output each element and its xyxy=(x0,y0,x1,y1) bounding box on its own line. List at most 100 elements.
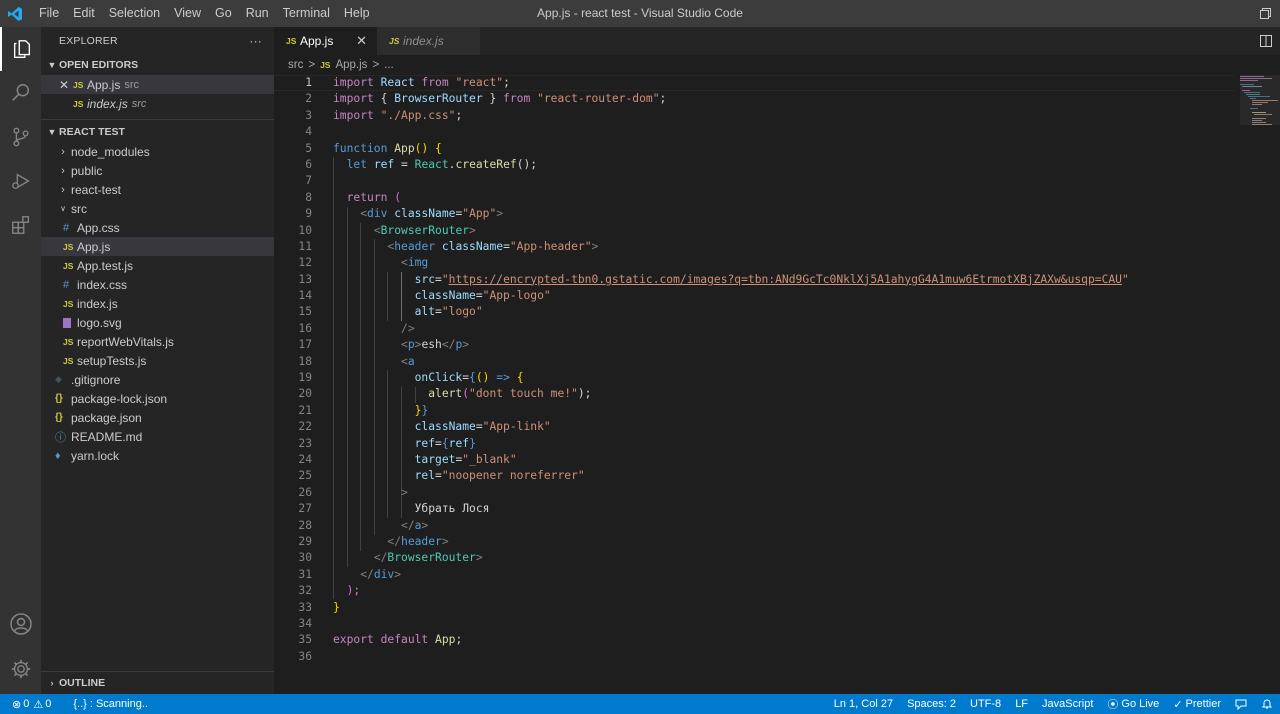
file-item[interactable]: # App.css xyxy=(41,218,274,237)
more-actions-button[interactable]: ··· xyxy=(249,34,262,48)
encoding[interactable]: UTF-8 xyxy=(963,698,1008,710)
cursor-position[interactable]: Ln 1, Col 27 xyxy=(827,698,900,710)
code-line: ref={ref} xyxy=(414,436,476,450)
line-number: 32 xyxy=(298,584,312,598)
code-line: }} xyxy=(414,403,429,417)
code-line: Убрать Лося xyxy=(414,502,490,516)
search-icon[interactable] xyxy=(0,71,41,115)
settings-gear-icon[interactable] xyxy=(0,647,41,691)
close-icon[interactable]: ✕ xyxy=(356,33,367,49)
menu-selection[interactable]: Selection xyxy=(102,0,167,27)
code-area[interactable]: import React from "react"; import { Brow… xyxy=(274,75,1234,665)
menu-file[interactable]: File xyxy=(32,0,66,27)
menu-help[interactable]: Help xyxy=(337,0,377,27)
prettier-button[interactable]: ✓ Prettier xyxy=(1166,698,1228,711)
js-file-icon: JS xyxy=(63,355,74,366)
run-debug-icon[interactable] xyxy=(0,159,41,203)
json-file-icon: {} xyxy=(55,412,63,423)
open-editor-item[interactable]: ✕ JS App.js src xyxy=(41,75,274,94)
tab-app-js[interactable]: JS App.js ✕ xyxy=(274,27,377,55)
code-line: alert("dont touch me!"); xyxy=(428,387,592,401)
close-icon[interactable]: ✕ xyxy=(59,78,73,92)
explorer-sidebar: EXPLORER ··· ▼ OPEN EDITORS ✕ JS App.js … xyxy=(41,27,274,694)
folder-item[interactable]: › node_modules xyxy=(41,142,274,161)
json-file-icon: {} xyxy=(55,393,63,404)
open-editor-item[interactable]: JS index.js src xyxy=(41,94,274,113)
source-control-icon[interactable] xyxy=(0,115,41,159)
problems-indicator[interactable]: ⊗ 0 ⚠ 0 xyxy=(0,698,58,711)
extensions-icon[interactable] xyxy=(0,203,41,247)
menu-run[interactable]: Run xyxy=(239,0,276,27)
go-live-button[interactable]: ⦿ Go Live xyxy=(1100,696,1166,712)
indentation[interactable]: Spaces: 2 xyxy=(900,698,963,710)
outline-header[interactable]: › OUTLINE xyxy=(41,672,274,694)
line-number: 2 xyxy=(305,92,312,106)
chevron-right-icon: › xyxy=(61,145,65,158)
code-line: onClick={() => { xyxy=(414,371,524,385)
breadcrumb-separator: > xyxy=(372,59,380,71)
menu-terminal[interactable]: Terminal xyxy=(276,0,337,27)
code-line: <a xyxy=(401,354,415,368)
restore-down-icon[interactable] xyxy=(1250,0,1280,27)
file-item[interactable]: JS reportWebVitals.js xyxy=(41,332,274,351)
file-item[interactable]: JS setupTests.js xyxy=(41,351,274,370)
file-item[interactable]: ⓘ README.md xyxy=(41,427,274,446)
code-line: <img xyxy=(401,256,429,270)
breadcrumb-file[interactable]: App.js xyxy=(335,59,367,71)
chevron-right-icon: › xyxy=(61,183,65,196)
split-editor-icon[interactable] xyxy=(1260,27,1280,55)
line-number: 12 xyxy=(298,256,312,270)
line-number: 7 xyxy=(305,174,312,188)
minimap[interactable] xyxy=(1234,75,1280,694)
menu-bar: File Edit Selection View Go Run Terminal… xyxy=(32,0,377,27)
url-link[interactable]: https://encrypted-tbn0.gstatic.com/image… xyxy=(449,273,1122,286)
project-header[interactable]: ▼ REACT TEST xyxy=(41,122,274,142)
chevron-down-icon: ∨ xyxy=(60,204,66,213)
file-item[interactable]: JS index.js xyxy=(41,294,274,313)
code-line: <p>esh</p> xyxy=(401,338,470,352)
code-line: src="https://encrypted-tbn0.gstatic.com/… xyxy=(414,272,1129,286)
line-number: 24 xyxy=(298,452,312,466)
file-item[interactable]: ◆ .gitignore xyxy=(41,370,274,389)
code-line: } xyxy=(333,600,340,614)
file-item[interactable]: {} package.json xyxy=(41,408,274,427)
file-item[interactable]: # index.css xyxy=(41,275,274,294)
notifications-bell-icon[interactable] xyxy=(1254,698,1280,710)
breadcrumb-src[interactable]: src xyxy=(288,59,303,71)
status-bar: ⊗ 0 ⚠ 0 {..} : Scanning.. Ln 1, Col 27 S… xyxy=(0,694,1280,714)
code-line: rel="noopener noreferrer" xyxy=(414,469,585,483)
file-item[interactable]: logo.svg xyxy=(41,313,274,332)
explorer-title: EXPLORER xyxy=(59,35,118,47)
editor-tabs: JS App.js ✕ JS index.js xyxy=(274,27,1280,55)
file-item[interactable]: JS App.test.js xyxy=(41,256,274,275)
file-item[interactable]: {} package-lock.json xyxy=(41,389,274,408)
feedback-icon[interactable] xyxy=(1228,698,1254,710)
line-number: 23 xyxy=(298,436,312,450)
file-item[interactable]: JS App.js xyxy=(41,237,274,256)
open-editors-header[interactable]: ▼ OPEN EDITORS xyxy=(41,55,274,75)
menu-view[interactable]: View xyxy=(167,0,208,27)
end-of-line[interactable]: LF xyxy=(1008,698,1035,710)
scanning-status[interactable]: {..} : Scanning.. xyxy=(66,698,155,710)
account-icon[interactable] xyxy=(0,602,41,646)
menu-edit[interactable]: Edit xyxy=(66,0,102,27)
broadcast-icon: ⦿ xyxy=(1107,699,1119,711)
folder-item[interactable]: ∨ src xyxy=(41,199,274,218)
line-number: 20 xyxy=(298,387,312,401)
chevron-right-icon: › xyxy=(50,678,54,688)
line-number: 13 xyxy=(298,272,312,286)
code-editor[interactable]: 1 2 3 4 5 6 7 8 9 10 11 12 13 14 15 16 17 18 19 20 21 22 23 24 2… xyxy=(274,75,1234,694)
language-mode[interactable]: JavaScript xyxy=(1035,698,1100,710)
breadcrumb-symbol[interactable]: ... xyxy=(384,59,394,71)
line-number: 10 xyxy=(298,223,312,237)
explorer-icon[interactable] xyxy=(0,27,41,71)
tab-index-js[interactable]: JS index.js xyxy=(377,27,480,55)
folder-item[interactable]: › public xyxy=(41,161,274,180)
menu-go[interactable]: Go xyxy=(208,0,239,27)
breadcrumb: src > JS App.js > ... xyxy=(274,55,1280,75)
code-line: let ref = React.createRef(); xyxy=(346,157,538,171)
folder-item[interactable]: › react-test xyxy=(41,180,274,199)
file-item[interactable]: ♦ yarn.lock xyxy=(41,446,274,465)
